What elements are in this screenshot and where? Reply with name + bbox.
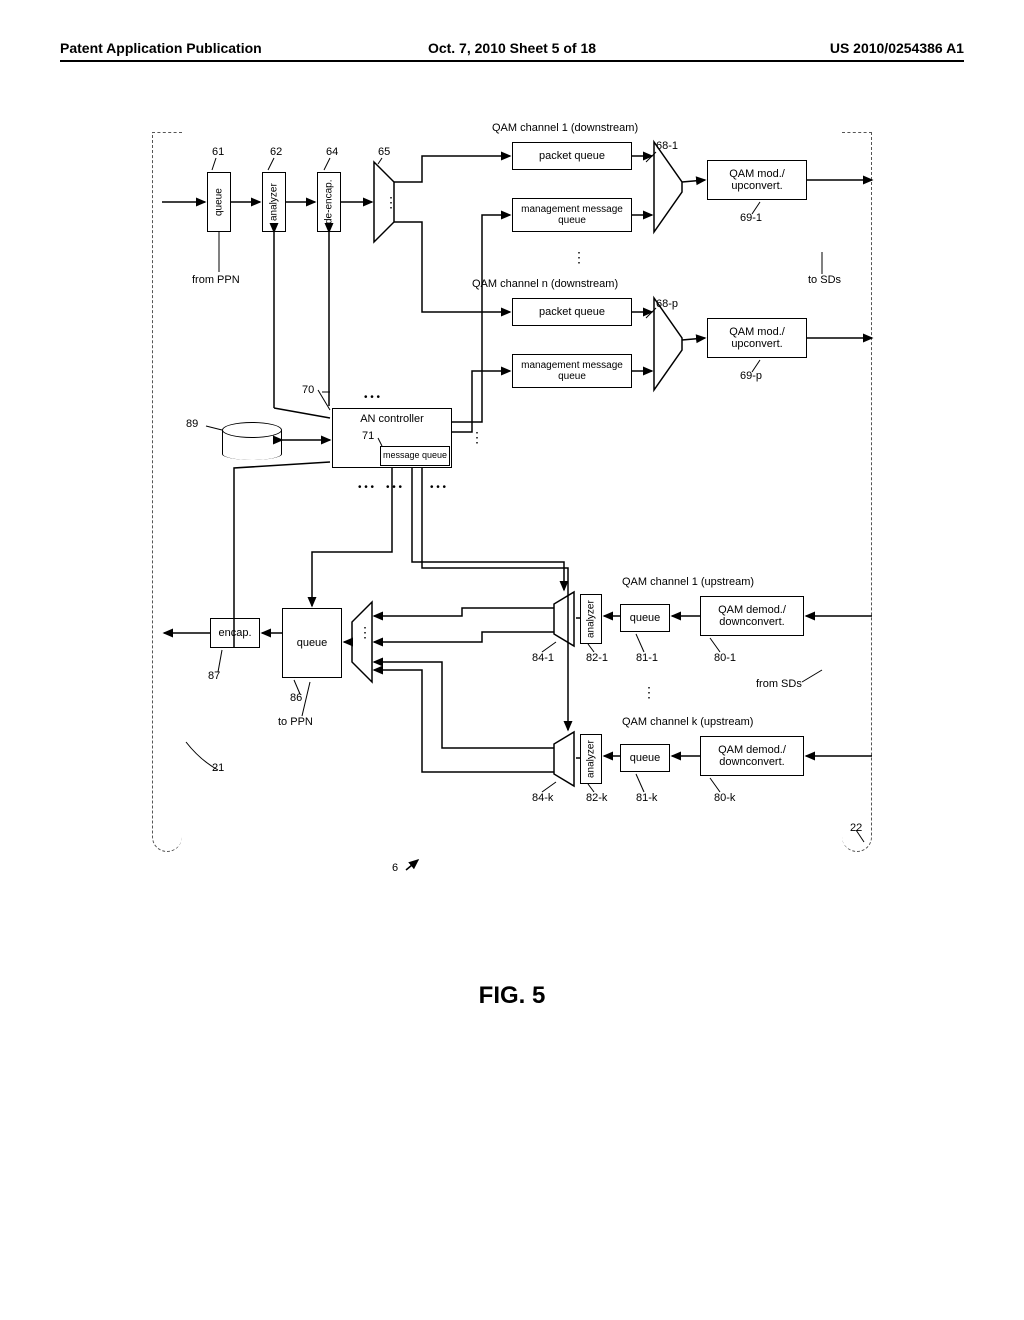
packet-queue-n: packet queue (512, 298, 632, 326)
analyzer-82-1: analyzer (580, 594, 602, 644)
mgmt-queue-n: management message queue (512, 354, 632, 388)
ref-65: 65 (378, 146, 390, 158)
boundary-22 (842, 132, 872, 852)
queue-81-k: queue (620, 744, 670, 772)
header-mid: Oct. 7, 2010 Sheet 5 of 18 (361, 40, 662, 56)
ref-21: 21 (212, 762, 224, 774)
ref-89: 89 (186, 418, 198, 430)
page-header: Patent Application Publication Oct. 7, 2… (60, 40, 964, 62)
ref-84-1: 84-1 (532, 652, 554, 664)
analyzer-block-62: analyzer (262, 172, 286, 232)
ref-70: 70 (302, 384, 314, 396)
ref-82-k: 82-k (586, 792, 607, 804)
boundary-21 (152, 132, 182, 852)
label-qam-chk-up: QAM channel k (upstream) (622, 716, 753, 728)
label-qam-ch1-up: QAM channel 1 (upstream) (622, 576, 754, 588)
figure-caption: FIG. 5 (60, 982, 964, 1010)
ref-87: 87 (208, 670, 220, 682)
analyzer-82-k: analyzer (580, 734, 602, 784)
mgmt-queue-1: management message queue (512, 198, 632, 232)
svg-text:⋮: ⋮ (384, 194, 398, 210)
label-from-sds: from SDs (756, 678, 802, 690)
ref-6: 6 (392, 862, 398, 874)
storage-cylinder-89 (222, 422, 282, 460)
svg-text:⋮: ⋮ (642, 684, 656, 700)
svg-text:• • •: • • • (364, 392, 381, 403)
queue-86: queue (282, 608, 342, 678)
ref-61: 61 (212, 146, 224, 158)
de-encap-block-64: de-encap. (317, 172, 341, 232)
label-to-ppn: to PPN (278, 716, 313, 728)
ref-86: 86 (290, 692, 302, 704)
ref-71: 71 (362, 430, 374, 442)
ref-68-p: 68-p (656, 298, 678, 310)
qam-demod-1: QAM demod./ downconvert. (700, 596, 804, 636)
ref-62: 62 (270, 146, 282, 158)
ref-81-1: 81-1 (636, 652, 658, 664)
qam-mod-1: QAM mod./ upconvert. (707, 160, 807, 200)
svg-text:• • •: • • • (430, 482, 447, 493)
queue-block-61: queue (207, 172, 231, 232)
label-qam-ch1-down: QAM channel 1 (downstream) (492, 122, 638, 134)
encap-87: encap. (210, 618, 260, 648)
message-queue-71: message queue (380, 446, 450, 466)
svg-text:⋮: ⋮ (358, 624, 372, 640)
ref-80-k: 80-k (714, 792, 735, 804)
header-left: Patent Application Publication (60, 40, 361, 56)
svg-text:⋮: ⋮ (572, 249, 586, 265)
label-to-sds: to SDs (808, 274, 841, 286)
qam-demod-k: QAM demod./ downconvert. (700, 736, 804, 776)
ref-69-p: 69-p (740, 370, 762, 382)
ref-80-1: 80-1 (714, 652, 736, 664)
qam-mod-n: QAM mod./ upconvert. (707, 318, 807, 358)
svg-text:• • •: • • • (386, 482, 403, 493)
label-from-ppn: from PPN (192, 274, 240, 286)
queue-81-1: queue (620, 604, 670, 632)
ref-22: 22 (850, 822, 862, 834)
header-right: US 2010/0254386 A1 (663, 40, 964, 56)
svg-text:⋮: ⋮ (470, 429, 484, 445)
svg-text:• • •: • • • (358, 482, 375, 493)
ref-84-k: 84-k (532, 792, 553, 804)
packet-queue-1: packet queue (512, 142, 632, 170)
label-qam-chn-down: QAM channel n (downstream) (472, 278, 618, 290)
ref-82-1: 82-1 (586, 652, 608, 664)
figure-5: queue analyzer de-encap. QAM channel 1 (… (162, 122, 862, 902)
ref-68-1: 68-1 (656, 140, 678, 152)
ref-64: 64 (326, 146, 338, 158)
ref-69-1: 69-1 (740, 212, 762, 224)
ref-81-k: 81-k (636, 792, 657, 804)
